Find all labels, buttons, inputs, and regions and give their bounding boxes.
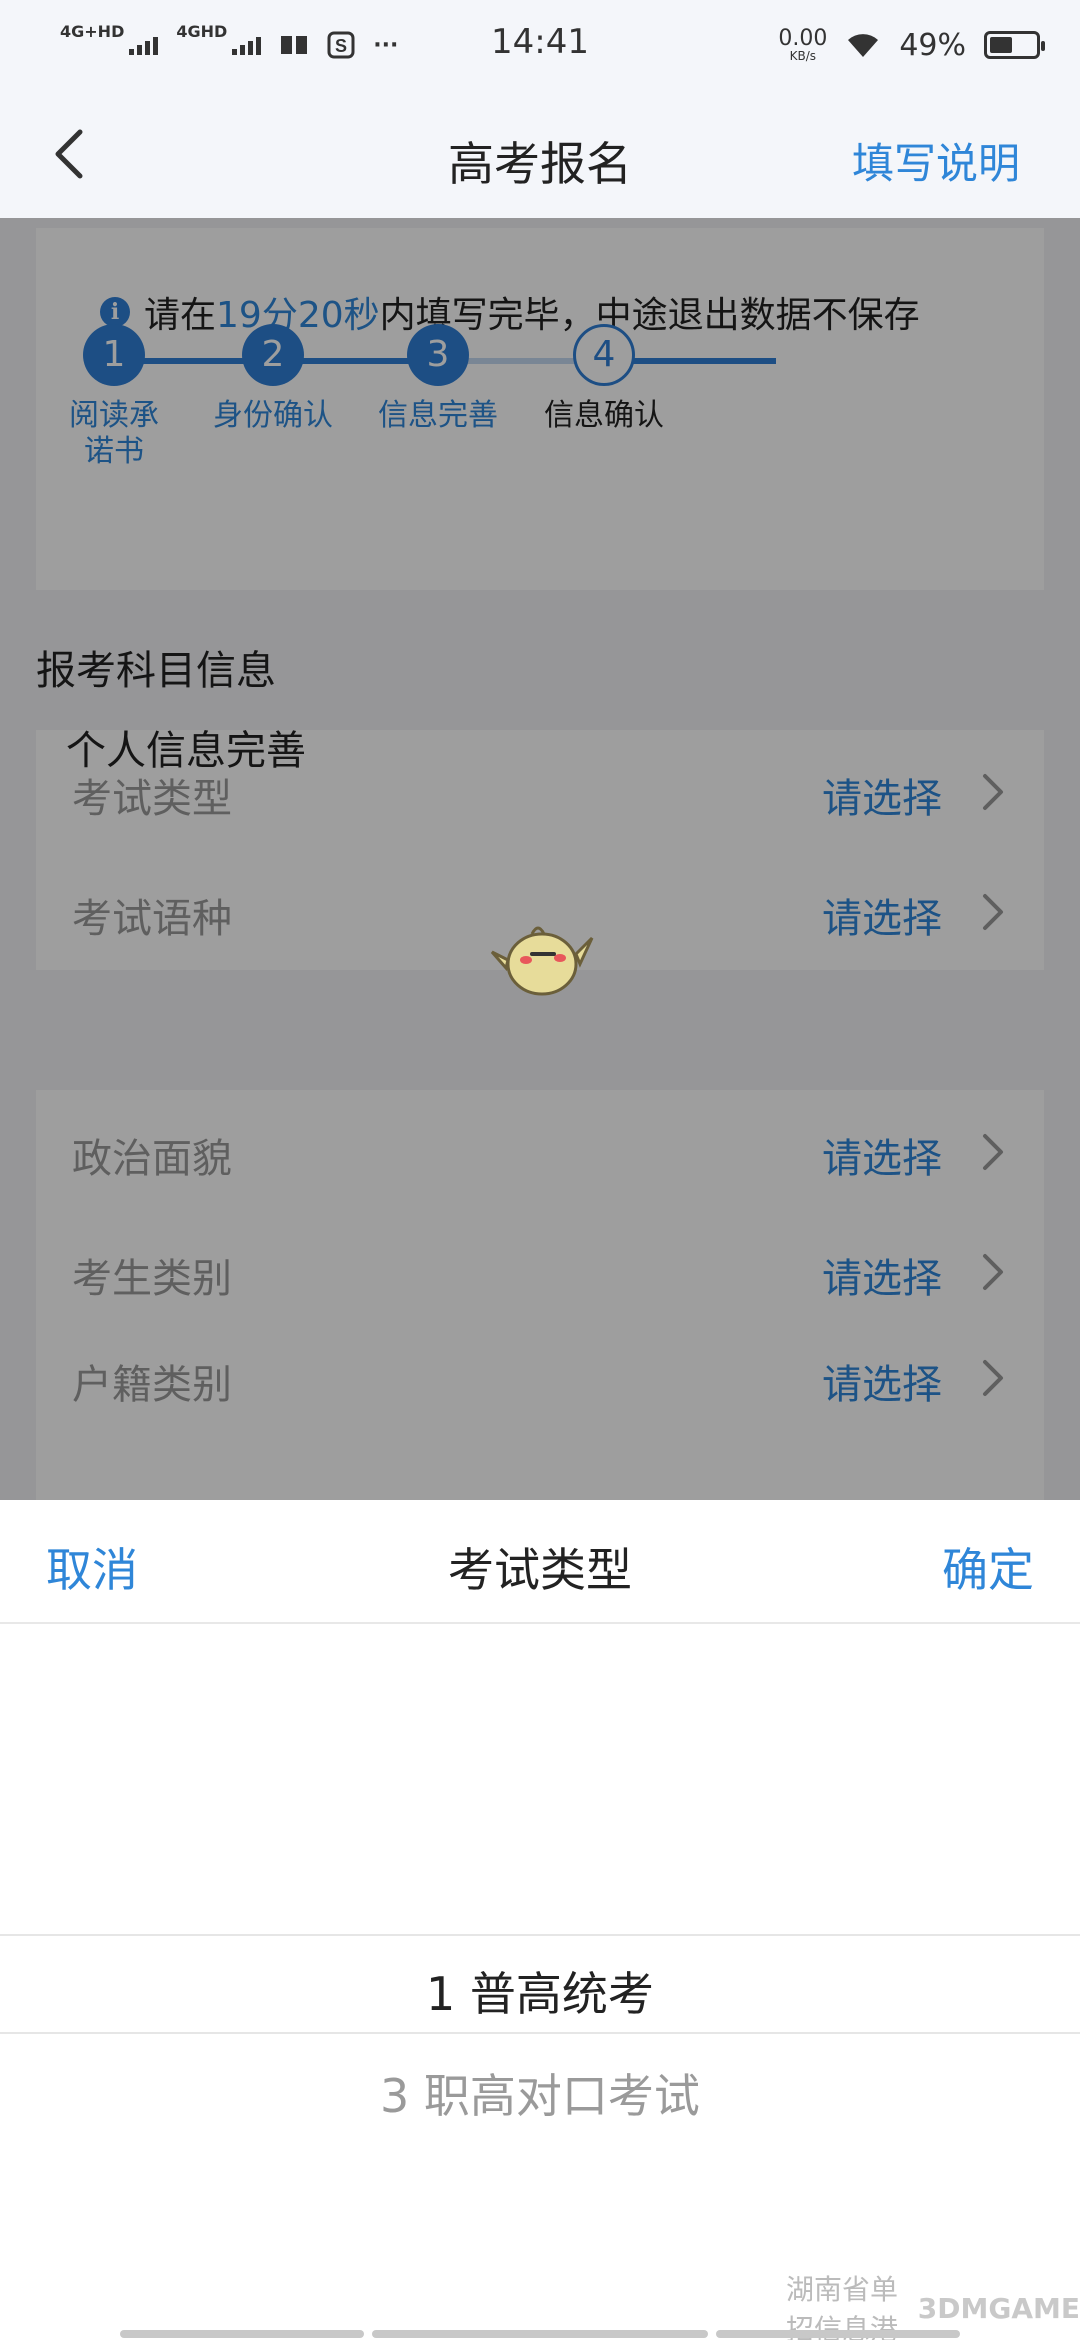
app-s-icon: S — [327, 31, 355, 59]
watermark-brand: 3DMGAME — [917, 2291, 1080, 2325]
status-right: 0.00 KB/s 49% — [778, 26, 1045, 63]
status-left: 4G+HD 4GHD S ··· — [60, 22, 399, 59]
battery-percent: 49% — [899, 27, 966, 63]
more-icon: ··· — [373, 32, 399, 58]
book-icon — [281, 36, 308, 54]
svg-text:S: S — [335, 36, 347, 56]
speed-value: 0.00 — [778, 26, 828, 51]
network-speed: 0.00 KB/s — [778, 26, 828, 63]
home-indicator — [120, 2330, 364, 2338]
signal-label: 4G+HD — [60, 21, 125, 41]
wifi-icon — [848, 34, 879, 57]
picker-option[interactable]: 3 职高对口考试 — [0, 2060, 1080, 2126]
home-indicator — [716, 2330, 960, 2338]
signal-icon: 4G+HD — [60, 22, 159, 55]
help-link[interactable]: 填写说明 — [852, 130, 1020, 191]
picker-sheet: 取消 考试类型 确定 1 普高统考 3 职高对口考试 — [0, 1500, 1080, 2340]
home-indicator — [372, 2330, 708, 2338]
cancel-button[interactable]: 取消 — [46, 1534, 138, 1600]
status-bar: 4G+HD 4GHD S ··· 14:41 0.00 KB/s 49% — [0, 0, 1080, 90]
battery-icon — [984, 31, 1045, 59]
picker-title: 考试类型 — [448, 1543, 632, 1597]
speed-unit: KB/s — [789, 49, 817, 63]
nav-bar: 高考报名 填写说明 — [0, 90, 1080, 218]
mascot-sticker — [490, 926, 594, 996]
picker-option-selected[interactable]: 1 普高统考 — [0, 1958, 1080, 2024]
signal-icon: 4GHD — [176, 22, 262, 55]
picker-header: 取消 考试类型 确定 — [0, 1500, 1080, 1624]
confirm-button[interactable]: 确定 — [942, 1534, 1034, 1600]
back-icon[interactable] — [46, 126, 96, 182]
signal-label: 4GHD — [176, 21, 228, 41]
modal-overlay[interactable] — [0, 218, 1080, 1500]
